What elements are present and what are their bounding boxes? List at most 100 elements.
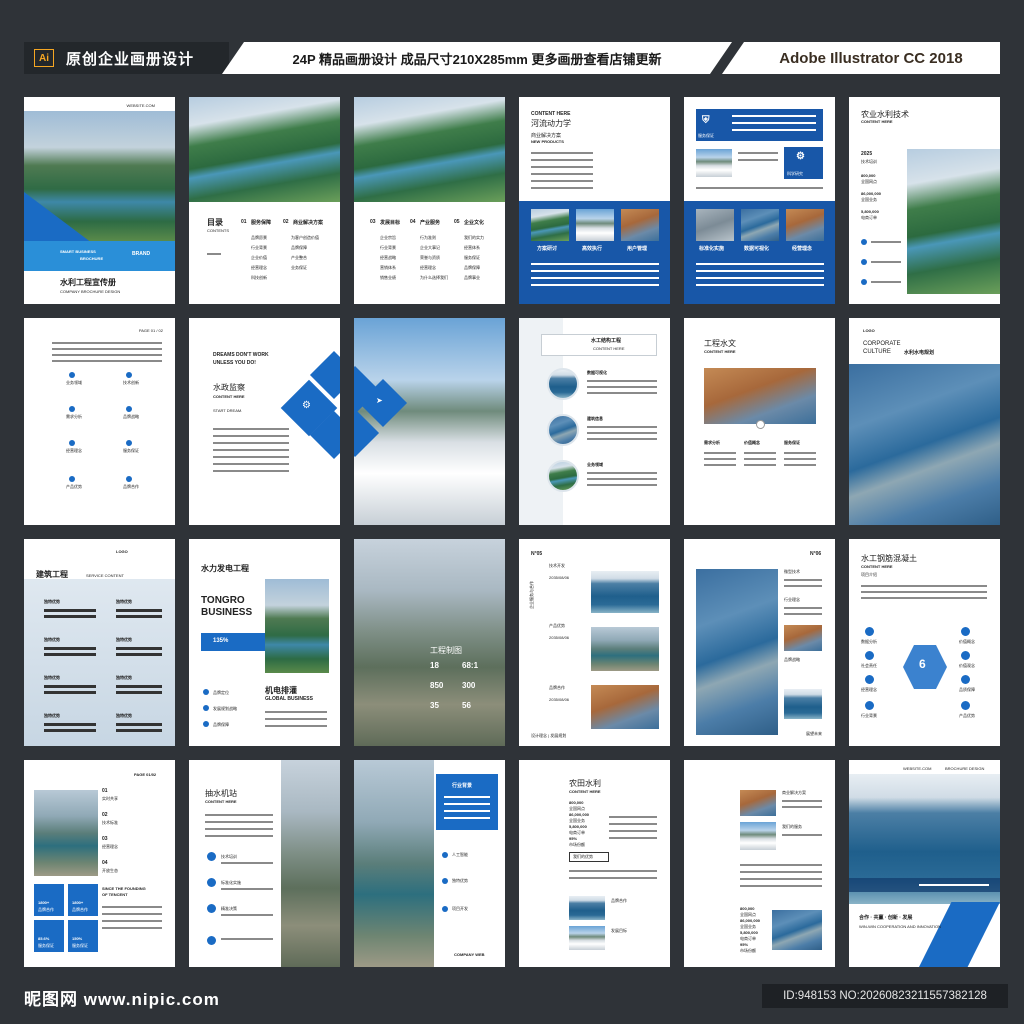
stat-value: 86,000,000 <box>740 918 761 923</box>
text-line <box>265 725 327 727</box>
row-date: 2035/08/06 <box>549 635 570 640</box>
page-agri-tech[interactable]: 农业水利技术 CONTENT HERE 2025 技术培训 800,000 全国… <box>849 97 1000 304</box>
page-dam-photo[interactable]: ➤ <box>354 318 505 525</box>
toc-divider <box>207 253 221 255</box>
page-farmland-water[interactable]: 农田水利 CONTENT HERE 800,000 全国网点 86,000,00… <box>519 760 670 967</box>
bullet-icon <box>442 852 448 858</box>
step-label: 经营理念 <box>102 844 118 849</box>
item-label: 品牌保障 <box>213 722 229 727</box>
stat-value: 85.6% <box>38 936 50 941</box>
page-water-supervision[interactable]: DREAMS DON'T WORK UNLESS YOU DO! 水政监察 CO… <box>189 318 340 525</box>
toc-subtitle: CONTENTS <box>207 228 229 233</box>
toc-label-03: 发展目标 <box>380 220 401 226</box>
item-label: 技术创新 <box>123 380 139 385</box>
thumb-photo <box>696 149 732 177</box>
stat-number: 850 <box>430 681 444 690</box>
text-line <box>919 884 989 886</box>
toc-item: 科技创新 <box>251 275 267 280</box>
text-line <box>221 914 273 916</box>
page-solutions[interactable]: 商业解决方案 我们的服务 800,000 全国网点 86,000,000 全国业… <box>684 760 835 967</box>
bullet-icon <box>126 476 132 482</box>
slogan-line-1: DREAMS DON'T WORK <box>213 352 269 358</box>
page-title: 工程制图 <box>430 646 462 655</box>
page-river-left[interactable]: 目录 CONTENTS 01 服务保障 品牌愿景 行业背景 企业价值 经营理念 … <box>189 97 340 304</box>
river-photo-left <box>189 97 340 202</box>
text-line <box>102 913 162 915</box>
page-number: PAGE 01/02 <box>134 772 157 777</box>
bullet-icon <box>207 904 216 913</box>
toc-label-05: 企业文化 <box>464 220 485 226</box>
thumb-photo <box>576 209 614 241</box>
thumb-caption: 用户管理 <box>627 246 648 252</box>
text-line <box>784 458 816 460</box>
bullet-icon <box>203 705 209 711</box>
toc-num-05: 05 <box>454 219 460 225</box>
stat-number: 68:1 <box>462 661 479 670</box>
page-canyon-photo[interactable]: 行业背景 人工智能 独特优势 项目开发 COMPANY WEB <box>354 760 505 967</box>
advantage-label: 独特优势 <box>116 637 132 642</box>
page-back-cover[interactable]: WEBSITE.COM BROCHURE DESIGN 合作 · 共赢 · 创新… <box>849 760 1000 967</box>
banner-left-text: 原创企业画册设计 <box>66 50 195 68</box>
page-engineering-drawing[interactable]: 工程制图 18 68:1 850 300 35 56 <box>354 539 505 746</box>
toc-item: 品牌保障 <box>291 245 307 250</box>
page-pumping-station[interactable]: 抽水机站 CONTENT HERE 技术培训 标准化实施 精准决策 <box>189 760 340 967</box>
page-service-research[interactable]: ⛨ 服务保证 ⚙ 科学研究 标准化实施 数据可视化 经营理念 <box>684 97 835 304</box>
text-line <box>531 159 593 161</box>
text-line <box>531 284 659 286</box>
page-no-05[interactable]: N°05 企业服务与合作 技术开发 2035/08/06 产品优势 2035/0… <box>519 539 670 746</box>
text-line <box>871 281 901 283</box>
text-line <box>44 691 96 694</box>
bullet-icon <box>961 627 970 636</box>
item-label: 建筑信息 <box>587 416 603 421</box>
text-line <box>587 432 657 434</box>
toc-item: 产业整合 <box>291 255 307 260</box>
stat-value: 5,800,000 <box>740 930 758 935</box>
text-line <box>444 803 490 805</box>
step-label: 技术标准 <box>102 820 118 825</box>
page-cover[interactable]: WEBSITE.COM SMART BUSINESS BROCHURE BRAN… <box>24 97 175 304</box>
thumb-caption: 经营理念 <box>792 246 813 252</box>
gear-icon: ⚙ <box>796 151 805 162</box>
page-open-ecosystem[interactable]: PAGE 01/02 01 实时共享 02 技术标准 03 经营理念 04 开放… <box>24 760 175 967</box>
text-line <box>784 464 816 466</box>
item-label: 技术培训 <box>221 854 237 859</box>
bullet-icon <box>961 701 970 710</box>
text-line <box>587 478 657 480</box>
text-line <box>116 653 162 656</box>
page-business-areas[interactable]: PAGE 01 / 02 业务领域 技术创新 需求分析 品牌战略 经营理念 服务… <box>24 318 175 525</box>
page-corporate-culture[interactable]: LOGO CORPORATE CULTURE 水利水电规划 <box>849 318 1000 525</box>
text-line <box>782 800 822 802</box>
logo-label: LOGO <box>863 328 875 333</box>
banner-right: Adobe Illustrator CC 2018 <box>722 42 1000 74</box>
cover-website: WEBSITE.COM <box>126 103 155 108</box>
page-hydraulic-structure[interactable]: 水工结构工程 CONTENT HERE 数据可视化 建筑信息 业务领域 <box>519 318 670 525</box>
bullet-icon <box>861 259 867 265</box>
pin-icon <box>756 420 765 429</box>
aerial-photo <box>772 910 822 950</box>
text-line <box>221 862 273 864</box>
page-hydropower[interactable]: 水力发电工程 TONGRO BUSINESS 135% 机电排灌 GLOBAL … <box>189 539 340 746</box>
right-label: 价值概念 <box>959 639 975 644</box>
back-brochure: BROCHURE DESIGN <box>945 766 985 771</box>
text-line <box>740 871 822 873</box>
page-construction[interactable]: 建筑工程 LOGO SERVICE CONTENT 独特优势 独特优势 独特优势… <box>24 539 175 746</box>
canyon-photo <box>591 685 659 729</box>
text-line <box>444 810 490 812</box>
toc-item: 行为准则 <box>420 235 436 240</box>
toc-item: 业务保证 <box>291 265 307 270</box>
page-river-right[interactable]: 03 发展目标 企业宗旨 行业背景 经营战略 营销体系 销售业绩 04 产业服务… <box>354 97 505 304</box>
page-hydrology[interactable]: 工程水文 CONTENT HERE 需求分析 价值概念 服务保证 <box>684 318 835 525</box>
toc-item: 经营理念 <box>420 265 436 270</box>
text-line <box>587 386 657 388</box>
row-label: 产品优势 <box>549 623 565 628</box>
page-reinforced-concrete[interactable]: 水工钢筋混凝土 CONTENT HERE 项目介绍 6 数据分析 社会责任 经营… <box>849 539 1000 746</box>
toc-item: 销售业绩 <box>380 275 396 280</box>
text-line <box>213 463 289 465</box>
text-line <box>221 938 273 940</box>
text-line <box>116 691 162 694</box>
page-title: 水政监察 <box>213 383 245 392</box>
river-photo <box>907 149 1000 294</box>
page-no-06[interactable]: N°06 微型技术 行业理念 品牌战略 展望未来 <box>684 539 835 746</box>
text-line <box>782 806 822 808</box>
page-river-dynamics[interactable]: CONTENT HERE 河流动力学 商业解决方案 NEW PRODUCTS 方… <box>519 97 670 304</box>
